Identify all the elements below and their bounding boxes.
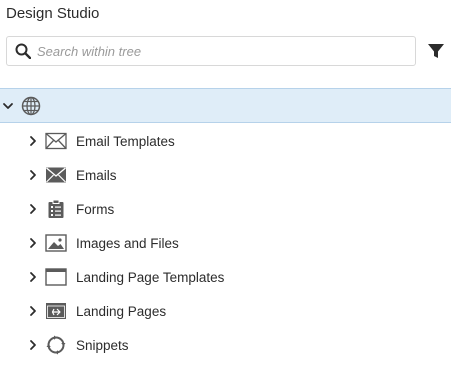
chevron-right-icon[interactable] (27, 169, 39, 181)
email-icon (45, 164, 67, 186)
tree-item-label: Landing Page Templates (76, 269, 225, 285)
chevron-right-icon[interactable] (27, 135, 39, 147)
tree-item-label: Snippets (76, 337, 129, 353)
tree-item-snippets[interactable]: Snippets (0, 330, 451, 360)
landing-page-template-icon (45, 266, 67, 288)
tree-item-label: Emails (76, 167, 117, 183)
tree-item-landing-pages[interactable]: Landing Pages (0, 296, 451, 326)
snippet-icon (45, 334, 67, 356)
filter-icon[interactable] (427, 42, 445, 60)
chevron-right-icon[interactable] (27, 203, 39, 215)
tree-item-label: Images and Files (76, 235, 179, 251)
email-template-icon (45, 130, 67, 152)
tree-item-label: Forms (76, 201, 115, 217)
tree-item-label: Email Templates (76, 133, 175, 149)
tree-item-landing-page-templates[interactable]: Landing Page Templates (0, 262, 451, 292)
tree-item-emails[interactable]: Emails (0, 160, 451, 190)
chevron-right-icon[interactable] (27, 305, 39, 317)
tree-item-images-and-files[interactable]: Images and Files (0, 228, 451, 258)
tree-item-label: Landing Pages (76, 303, 167, 319)
search-input[interactable] (37, 43, 397, 59)
tree-item-forms[interactable]: Forms (0, 194, 451, 224)
globe-icon (20, 95, 42, 117)
chevron-down-icon[interactable] (2, 100, 14, 112)
landing-page-icon (45, 300, 67, 322)
search-box[interactable] (6, 36, 416, 66)
search-icon (14, 42, 32, 60)
image-icon (45, 232, 67, 254)
tree-root-row[interactable] (0, 88, 451, 123)
form-icon (45, 198, 67, 220)
chevron-right-icon[interactable] (27, 237, 39, 249)
chevron-right-icon[interactable] (27, 271, 39, 283)
page-title: Design Studio (6, 5, 100, 22)
tree-item-email-templates[interactable]: Email Templates (0, 126, 451, 156)
chevron-right-icon[interactable] (27, 339, 39, 351)
